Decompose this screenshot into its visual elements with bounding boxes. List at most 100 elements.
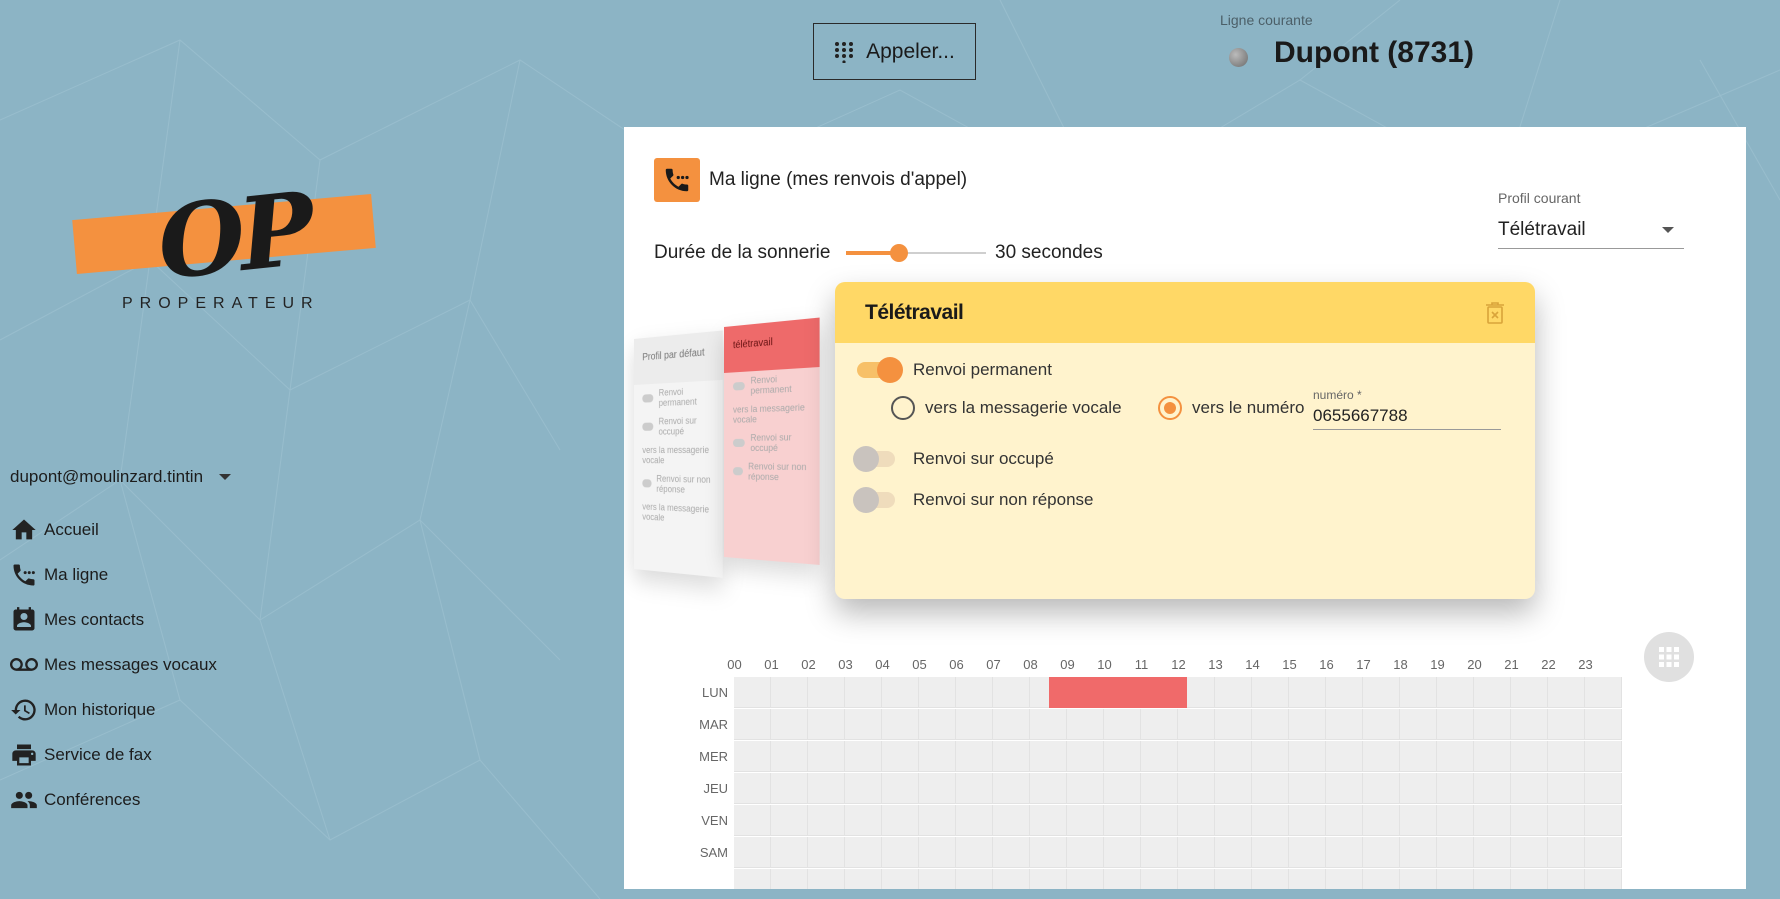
- schedule-cell[interactable]: [919, 709, 956, 740]
- schedule-cell[interactable]: [1437, 773, 1474, 804]
- schedule-cell[interactable]: [1585, 837, 1622, 868]
- schedule-cell[interactable]: [1178, 837, 1215, 868]
- schedule-cell[interactable]: [919, 837, 956, 868]
- schedule-cell[interactable]: [993, 837, 1030, 868]
- schedule-cell[interactable]: [845, 837, 882, 868]
- schedule-cell[interactable]: [1067, 709, 1104, 740]
- schedule-cell[interactable]: [1215, 869, 1252, 889]
- ring-duration-slider[interactable]: [846, 244, 986, 262]
- schedule-cell[interactable]: [1104, 741, 1141, 772]
- nav-item-ma-ligne[interactable]: Ma ligne: [10, 552, 217, 597]
- schedule-cell[interactable]: [1585, 709, 1622, 740]
- schedule-cell[interactable]: [1548, 773, 1585, 804]
- schedule-cell[interactable]: [956, 869, 993, 889]
- schedule-cell[interactable]: [1178, 741, 1215, 772]
- schedule-cell[interactable]: [734, 869, 771, 889]
- schedule-cell[interactable]: [1030, 773, 1067, 804]
- schedule-cell[interactable]: [1363, 805, 1400, 836]
- schedule-cell[interactable]: [1511, 709, 1548, 740]
- schedule-cell[interactable]: [1437, 837, 1474, 868]
- schedule-cell[interactable]: [1030, 709, 1067, 740]
- schedule-slot[interactable]: [1048, 677, 1188, 708]
- schedule-cell[interactable]: [1141, 837, 1178, 868]
- schedule-cell[interactable]: [1326, 837, 1363, 868]
- schedule-cell[interactable]: [1215, 709, 1252, 740]
- schedule-cell[interactable]: [1363, 773, 1400, 804]
- schedule-cell[interactable]: [1363, 837, 1400, 868]
- schedule-cell[interactable]: [956, 677, 993, 708]
- schedule-cell[interactable]: [1178, 773, 1215, 804]
- schedule-cell[interactable]: [1289, 709, 1326, 740]
- profile-select[interactable]: Télétravail: [1498, 211, 1684, 249]
- schedule-cell[interactable]: [956, 709, 993, 740]
- schedule-cell[interactable]: [1363, 709, 1400, 740]
- schedule-cell[interactable]: [1252, 773, 1289, 804]
- schedule-cell[interactable]: [771, 741, 808, 772]
- schedule-cell[interactable]: [1289, 869, 1326, 889]
- schedule-cell[interactable]: [1252, 805, 1289, 836]
- schedule-cell[interactable]: [1474, 709, 1511, 740]
- schedule-cell[interactable]: [808, 837, 845, 868]
- schedule-cell[interactable]: [771, 837, 808, 868]
- nav-item-voicemail[interactable]: Mes messages vocaux: [10, 642, 217, 687]
- schedule-cell[interactable]: [1548, 837, 1585, 868]
- schedule-cell[interactable]: [771, 677, 808, 708]
- schedule-cell[interactable]: [1511, 773, 1548, 804]
- schedule-cell[interactable]: [882, 869, 919, 889]
- schedule-cell[interactable]: [1400, 773, 1437, 804]
- schedule-cell[interactable]: [1474, 741, 1511, 772]
- schedule-cell[interactable]: [1289, 837, 1326, 868]
- schedule-cell[interactable]: [1215, 677, 1252, 708]
- schedule-cell[interactable]: [1511, 837, 1548, 868]
- schedule-cell[interactable]: [1585, 741, 1622, 772]
- schedule-cell[interactable]: [1585, 773, 1622, 804]
- schedule-cell[interactable]: [1437, 677, 1474, 708]
- schedule-cell[interactable]: [845, 741, 882, 772]
- schedule-cell[interactable]: [1326, 773, 1363, 804]
- schedule-cell[interactable]: [1104, 805, 1141, 836]
- schedule-cell[interactable]: [1030, 805, 1067, 836]
- schedule-cell[interactable]: [734, 773, 771, 804]
- calendar-grid-button[interactable]: [1644, 632, 1694, 682]
- schedule-cell[interactable]: [771, 869, 808, 889]
- schedule-cell[interactable]: [1585, 677, 1622, 708]
- schedule-cell[interactable]: [1141, 805, 1178, 836]
- nav-item-conferences[interactable]: Conférences: [10, 777, 217, 822]
- schedule-cell[interactable]: [1252, 677, 1289, 708]
- schedule-cell[interactable]: [1104, 837, 1141, 868]
- schedule-cell[interactable]: [993, 677, 1030, 708]
- schedule-cell[interactable]: [1585, 805, 1622, 836]
- schedule-cell[interactable]: [1067, 837, 1104, 868]
- schedule-cell[interactable]: [1141, 709, 1178, 740]
- schedule-cell[interactable]: [845, 869, 882, 889]
- schedule-cell[interactable]: [1400, 837, 1437, 868]
- schedule-cell[interactable]: [1215, 773, 1252, 804]
- schedule-cell[interactable]: [1400, 677, 1437, 708]
- schedule-cell[interactable]: [734, 709, 771, 740]
- schedule-cell[interactable]: [1548, 869, 1585, 889]
- schedule-cell[interactable]: [1104, 709, 1141, 740]
- schedule-cell[interactable]: [1585, 869, 1622, 889]
- schedule-cell[interactable]: [1289, 773, 1326, 804]
- busy-forward-toggle[interactable]: [853, 446, 895, 472]
- schedule-cell[interactable]: [1067, 741, 1104, 772]
- schedule-cell[interactable]: [1363, 677, 1400, 708]
- schedule-cell[interactable]: [1141, 869, 1178, 889]
- schedule-cell[interactable]: [1178, 709, 1215, 740]
- schedule-cell[interactable]: [956, 805, 993, 836]
- to-number-radio[interactable]: [1158, 396, 1182, 420]
- schedule-cell[interactable]: [1030, 869, 1067, 889]
- schedule-cell[interactable]: [845, 709, 882, 740]
- schedule-cell[interactable]: [1252, 709, 1289, 740]
- schedule-cell[interactable]: [845, 805, 882, 836]
- schedule-cell[interactable]: [882, 837, 919, 868]
- nav-item-history[interactable]: Mon historique: [10, 687, 217, 732]
- schedule-cell[interactable]: [1215, 741, 1252, 772]
- schedule-cell[interactable]: [1400, 709, 1437, 740]
- schedule-cell[interactable]: [1141, 773, 1178, 804]
- schedule-cell[interactable]: [919, 677, 956, 708]
- schedule-cell[interactable]: [1104, 773, 1141, 804]
- schedule-cell[interactable]: [1437, 805, 1474, 836]
- slider-thumb[interactable]: [890, 244, 909, 262]
- schedule-cell[interactable]: [845, 773, 882, 804]
